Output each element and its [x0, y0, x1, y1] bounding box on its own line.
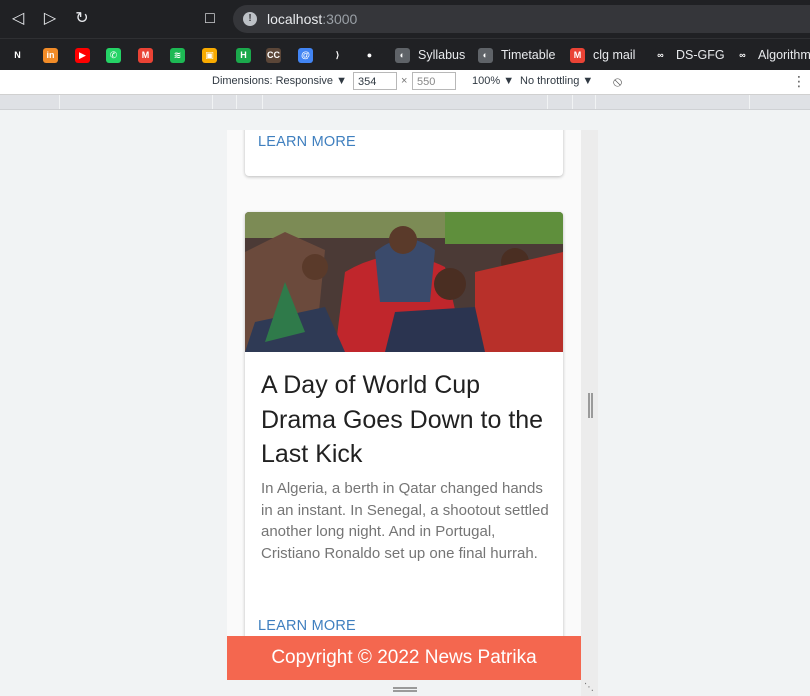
bookmark-icon[interactable]: □	[200, 9, 220, 29]
reload-icon[interactable]: ↻	[72, 9, 92, 29]
leetcode-blue-icon: @	[298, 47, 313, 63]
ruler-divider	[547, 95, 548, 109]
leetcode-icon: ⟩	[330, 47, 345, 63]
classroom-icon: ▣	[202, 47, 217, 63]
bookmark-item[interactable]: N	[10, 46, 25, 64]
bookmark-item[interactable]: ∞ Algorithm	[735, 46, 810, 64]
zoom-dropdown[interactable]: 100% ▼	[472, 75, 514, 87]
bookmark-item[interactable]: ◐ Syllabus	[395, 46, 465, 64]
dimensions-dropdown[interactable]: Dimensions: Responsive ▼	[212, 75, 347, 87]
learn-more-link[interactable]: LEARN MORE	[258, 134, 356, 150]
bookmark-item[interactable]: Mclg mail	[570, 46, 635, 64]
ruler-divider	[572, 95, 573, 109]
ruler-divider	[236, 95, 237, 109]
bookmark-label: Syllabus	[418, 48, 466, 62]
bookmark-item[interactable]: ◐ Timetable	[478, 46, 555, 64]
youtube-music-icon: ▶	[75, 47, 90, 63]
globe-icon: ◐	[395, 47, 410, 63]
bookmark-label: Algorithm	[758, 48, 810, 62]
ruler-divider	[59, 95, 60, 109]
ruler-divider	[749, 95, 750, 109]
info-icon[interactable]: !	[243, 12, 257, 26]
article-description: In Algeria, a berth in Qatar changed han…	[261, 480, 549, 562]
news-image	[245, 212, 563, 352]
forward-icon[interactable]: ▷	[40, 9, 60, 29]
back-icon[interactable]: ◁	[8, 9, 28, 29]
article-title: A Day of World Cup Drama Goes Down to th…	[261, 371, 544, 468]
more-options-icon[interactable]: ⋮	[792, 73, 806, 90]
bookmark-item[interactable]: ▶	[75, 46, 90, 64]
page-viewport: LEARN MORE A Day of World Cup Drama Goes…	[227, 130, 581, 680]
width-input[interactable]: 354	[353, 72, 397, 90]
news-card: LEARN MORE	[245, 130, 563, 176]
github-icon: ●	[362, 47, 377, 63]
right-resize-handle[interactable]	[588, 393, 593, 418]
hackerrank-icon: H	[236, 47, 251, 63]
learn-more-link[interactable]: LEARN MORE	[258, 618, 356, 634]
bookmark-label: clg mail	[593, 48, 636, 62]
rotate-icon[interactable]: ⦸	[613, 73, 622, 90]
bookmark-item[interactable]: ●	[362, 46, 377, 64]
throttling-dropdown[interactable]: No throttling ▼	[520, 75, 593, 87]
whatsapp-icon: ✆	[106, 47, 121, 63]
dimension-separator: ×	[401, 75, 408, 87]
unstop-icon: in	[43, 47, 58, 63]
bookmark-item[interactable]: ✆	[106, 46, 121, 64]
bookmarks-bar: Nin ▶ ✆ M ≋ ▣ H CC @ ⟩ ● ◐ Syllabus ◐ Timetable Mclg ma…	[0, 38, 810, 71]
ruler-divider	[262, 95, 263, 109]
ruler-divider	[595, 95, 596, 109]
news-card: A Day of World Cup Drama Goes Down to th…	[245, 212, 563, 680]
gfg-icon: ∞	[653, 47, 668, 63]
height-input[interactable]: 550	[412, 72, 456, 90]
ruler-divider	[212, 95, 213, 109]
browser-toolbar: ◁ ▷ ↻ □ ! localhost:3000	[0, 0, 810, 38]
bookmark-item[interactable]: ▣	[202, 46, 217, 64]
gmail-icon: M	[138, 47, 153, 63]
bottom-resize-handle[interactable]	[393, 687, 417, 692]
spotify-icon: ≋	[170, 47, 185, 63]
notion-icon: N	[10, 47, 25, 63]
bookmark-item[interactable]: CC	[266, 46, 281, 64]
bookmark-item[interactable]: ≋	[170, 46, 185, 64]
codechef-icon: CC	[266, 47, 281, 63]
bookmark-item[interactable]: in	[43, 46, 58, 64]
device-toolbar: Dimensions: Responsive ▼ 354 × 550 100% …	[0, 70, 810, 95]
bookmark-item[interactable]: ∞ DS-GFG	[653, 46, 725, 64]
bookmark-label: Timetable	[501, 48, 556, 62]
address-bar[interactable]: ! localhost:3000	[233, 5, 810, 33]
url-text: localhost:3000	[267, 11, 358, 27]
footer: Copyright © 2022 News Patrika	[227, 636, 581, 680]
corner-resize-handle[interactable]: ⋱	[584, 682, 594, 693]
gmail-icon: M	[570, 47, 585, 63]
media-query-ruler[interactable]	[0, 95, 810, 110]
gfg-icon: ∞	[735, 47, 750, 63]
bookmark-item[interactable]: M	[138, 46, 153, 64]
bookmark-label: DS-GFG	[676, 48, 725, 62]
globe-icon: ◐	[478, 47, 493, 63]
bookmark-item[interactable]: H	[236, 46, 251, 64]
bookmark-item[interactable]: @	[298, 46, 313, 64]
bookmark-item[interactable]: ⟩	[330, 46, 345, 64]
